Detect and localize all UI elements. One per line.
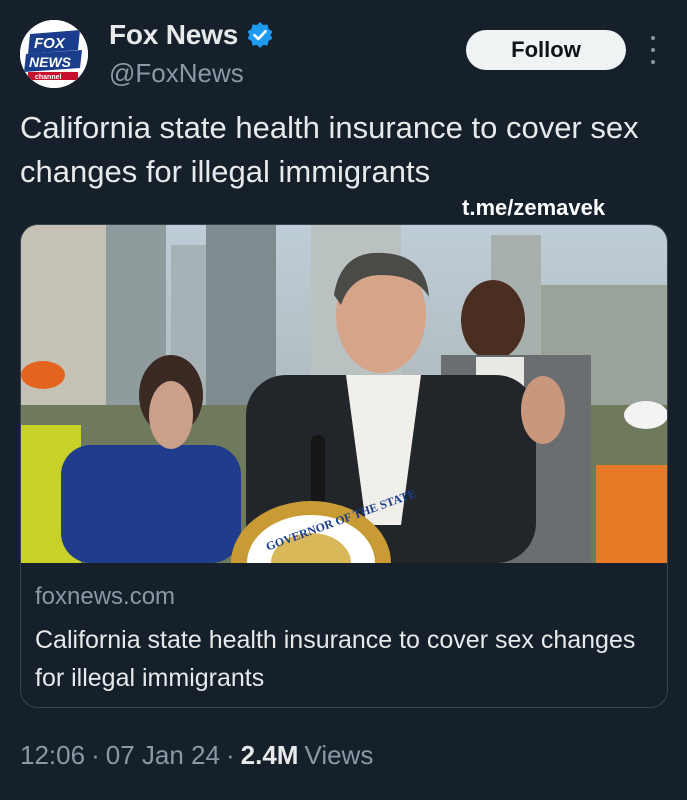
tweet-time[interactable]: 12:06 — [20, 740, 85, 771]
author-handle[interactable]: @FoxNews — [109, 58, 274, 89]
views-label: Views — [304, 740, 374, 770]
more-vertical-icon[interactable] — [646, 36, 660, 64]
fox-news-logo: FOX NEWS channel — [20, 20, 88, 88]
avatar[interactable]: FOX NEWS channel — [20, 20, 88, 88]
views-count[interactable]: 2.4M — [241, 740, 299, 771]
tweet-text: California state health insurance to cov… — [20, 110, 639, 189]
follow-button[interactable]: Follow — [466, 30, 626, 70]
svg-text:channel: channel — [35, 74, 62, 81]
meta-separator: · — [91, 740, 100, 770]
link-card[interactable]: GOVERNOR OF THE STATE foxnews.com Califo… — [20, 224, 668, 708]
tweet-date[interactable]: 07 Jan 24 — [106, 740, 220, 771]
meta-separator: · — [225, 740, 235, 770]
svg-text:NEWS: NEWS — [29, 54, 72, 70]
tweet-meta: 12:06 · 07 Jan 24 · 2.4M Views — [20, 740, 373, 771]
author-name-row: Fox News — [109, 19, 274, 51]
svg-text:FOX: FOX — [34, 35, 66, 52]
card-title[interactable]: California state health insurance to cov… — [35, 621, 655, 697]
card-domain[interactable]: foxnews.com — [35, 583, 175, 611]
author-block: Fox News @FoxNews — [109, 19, 274, 89]
watermark-text: t.me/zemavek — [462, 195, 606, 220]
verified-badge-icon — [247, 22, 273, 48]
article-image[interactable]: GOVERNOR OF THE STATE — [21, 225, 667, 563]
author-name[interactable]: Fox News — [109, 19, 238, 51]
